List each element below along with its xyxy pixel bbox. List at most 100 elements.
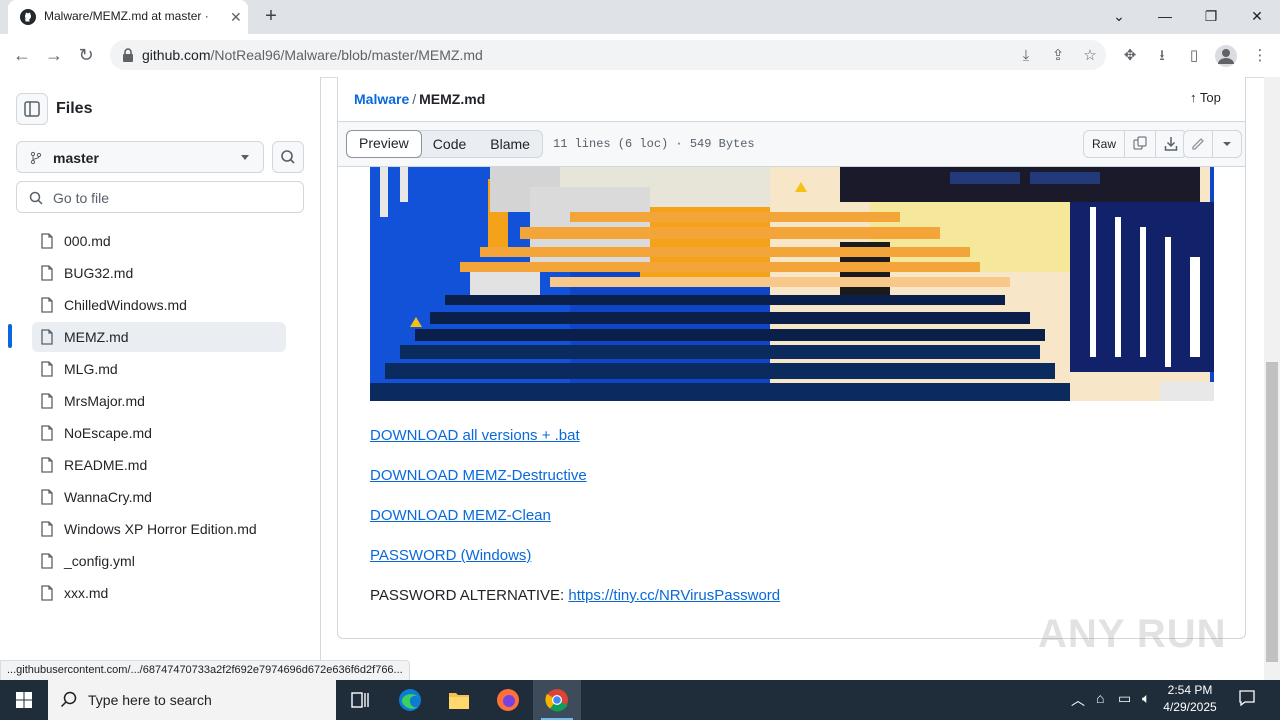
- breadcrumb-separator: /: [412, 91, 417, 107]
- file-name: ChilledWindows.md: [64, 297, 187, 313]
- download-clean-link[interactable]: DOWNLOAD MEMZ-Clean: [370, 507, 551, 524]
- go-to-file-placeholder: Go to file: [53, 190, 110, 206]
- password-windows-link[interactable]: PASSWORD (Windows): [370, 547, 531, 564]
- tab-search-icon[interactable]: ⌄: [1096, 4, 1142, 28]
- arrow-up-icon: ↑: [1190, 90, 1197, 105]
- memz-screenshot-image: [370, 167, 1214, 401]
- file-icon: [40, 265, 54, 281]
- network-icon[interactable]: ▭: [1118, 690, 1131, 707]
- git-branch-icon: [29, 151, 43, 165]
- notifications-icon[interactable]: [1238, 689, 1256, 707]
- file-tree-item[interactable]: MEMZ.md: [32, 322, 286, 352]
- download-all-versions-link[interactable]: DOWNLOAD all versions + .bat: [370, 427, 580, 444]
- taskbar-search-box[interactable]: Type here to search: [48, 680, 336, 720]
- breadcrumb-file: MEMZ.md: [419, 91, 486, 107]
- file-tree-item[interactable]: 000.md: [32, 226, 286, 256]
- file-explorer-icon[interactable]: [435, 680, 483, 720]
- anyrun-watermark: ANY RUN: [1038, 612, 1227, 656]
- file-name: MEMZ.md: [64, 329, 129, 345]
- extensions-icon[interactable]: ✥: [1120, 46, 1140, 66]
- tab-code[interactable]: Code: [421, 131, 478, 157]
- file-name: README.md: [64, 457, 148, 473]
- forward-icon[interactable]: →: [43, 44, 65, 66]
- file-icon: [40, 585, 54, 601]
- search-files-button[interactable]: [272, 141, 304, 173]
- chrome-menu-icon[interactable]: ⋮: [1250, 46, 1270, 66]
- clock-time: 2:54 PM: [1167, 683, 1213, 697]
- password-alternative-label: PASSWORD ALTERNATIVE:: [370, 587, 565, 604]
- address-bar[interactable]: github.com/NotReal96/Malware/blob/master…: [110, 40, 1106, 70]
- file-tree-item[interactable]: xxx.md: [32, 578, 286, 608]
- file-tree-item[interactable]: Windows XP Horror Edition.md: [32, 514, 286, 544]
- go-to-file-input[interactable]: Go to file: [16, 181, 304, 213]
- file-name: WannaCry.md: [64, 489, 152, 505]
- raw-copy-download-group: Raw: [1083, 130, 1188, 158]
- files-heading: Files: [56, 100, 93, 117]
- file-name: BUG32.md: [64, 265, 134, 281]
- collapse-panel-button[interactable]: [16, 93, 48, 125]
- meet-now-icon[interactable]: ⌂: [1096, 690, 1104, 706]
- file-tree-item[interactable]: ChilledWindows.md: [32, 290, 286, 320]
- restore-button[interactable]: ❐: [1188, 4, 1234, 28]
- edit-button-group: [1183, 130, 1242, 158]
- start-button[interactable]: [0, 680, 48, 720]
- search-icon: [29, 191, 43, 205]
- file-tree-item[interactable]: NoEscape.md: [32, 418, 286, 448]
- tab-title: Malware/MEMZ.md at master · NotReal96/Ma…: [44, 9, 209, 23]
- download-destructive-link[interactable]: DOWNLOAD MEMZ-Destructive: [370, 467, 587, 484]
- chevron-up-icon[interactable]: ︿: [1071, 690, 1085, 710]
- task-view-icon[interactable]: [336, 680, 384, 720]
- back-icon[interactable]: ←: [11, 44, 33, 66]
- breadcrumb-repo-link[interactable]: Malware: [354, 91, 409, 107]
- chrome-taskbar-icon[interactable]: [533, 680, 581, 720]
- minimize-button[interactable]: —: [1142, 4, 1188, 28]
- bookmark-star-icon[interactable]: ☆: [1080, 46, 1100, 66]
- file-info: 11 lines (6 loc) · 549 Bytes: [553, 137, 755, 151]
- close-window-button[interactable]: ✕: [1234, 4, 1280, 28]
- tab-close-icon[interactable]: ✕: [230, 9, 242, 26]
- file-name: NoEscape.md: [64, 425, 152, 441]
- edge-icon[interactable]: [386, 680, 434, 720]
- download-icon[interactable]: [1156, 131, 1186, 157]
- profile-avatar[interactable]: [1215, 45, 1237, 67]
- tab-preview[interactable]: Preview: [346, 130, 422, 158]
- file-tree-item[interactable]: _config.yml: [32, 546, 286, 576]
- pencil-icon[interactable]: [1184, 131, 1213, 157]
- top-button[interactable]: ↑ Top: [1190, 90, 1221, 105]
- tab-blame[interactable]: Blame: [478, 131, 542, 157]
- install-app-icon[interactable]: ⤓: [1016, 46, 1036, 66]
- password-alternative-link[interactable]: https://tiny.cc/NRVirusPassword: [568, 587, 780, 604]
- file-tree-item[interactable]: MrsMajor.md: [32, 386, 286, 416]
- file-tree-item[interactable]: BUG32.md: [32, 258, 286, 288]
- scrollbar-thumb[interactable]: [1266, 362, 1278, 662]
- file-tree-item[interactable]: README.md: [32, 450, 286, 480]
- branch-selector[interactable]: master: [16, 141, 264, 173]
- raw-button[interactable]: Raw: [1084, 131, 1126, 157]
- file-icon: [40, 489, 54, 505]
- downloads-icon[interactable]: ⭳: [1152, 46, 1172, 66]
- file-icon: [40, 553, 54, 569]
- file-tree-item[interactable]: MLG.md: [32, 354, 286, 384]
- volume-icon[interactable]: 🔈︎: [1142, 690, 1150, 707]
- side-panel-icon[interactable]: ▯: [1184, 46, 1204, 66]
- copy-icon[interactable]: [1125, 131, 1157, 157]
- file-icon: [40, 457, 54, 473]
- file-name: Windows XP Horror Edition.md: [64, 521, 257, 537]
- share-icon[interactable]: ⇪: [1048, 46, 1068, 66]
- active-file-indicator: [8, 324, 12, 348]
- url-host: github.com: [142, 47, 211, 63]
- browser-tab[interactable]: Malware/MEMZ.md at master · NotReal96/Ma…: [8, 0, 248, 34]
- file-tree-item[interactable]: WannaCry.md: [32, 482, 286, 512]
- url-path: /NotReal96/Malware/blob/master/MEMZ.md: [210, 47, 483, 63]
- file-name: MLG.md: [64, 361, 118, 377]
- file-icon: [40, 297, 54, 313]
- taskbar-search-placeholder: Type here to search: [88, 692, 212, 708]
- edit-options-chevron-icon[interactable]: [1213, 131, 1241, 157]
- file-name: 000.md: [64, 233, 111, 249]
- reload-icon[interactable]: ↻: [75, 44, 97, 66]
- clock-date: 4/29/2025: [1163, 700, 1217, 714]
- firefox-icon[interactable]: [484, 680, 532, 720]
- taskbar-clock[interactable]: 2:54 PM 4/29/2025: [1152, 682, 1228, 716]
- new-tab-button[interactable]: +: [260, 6, 282, 28]
- chevron-down-icon: [241, 155, 249, 160]
